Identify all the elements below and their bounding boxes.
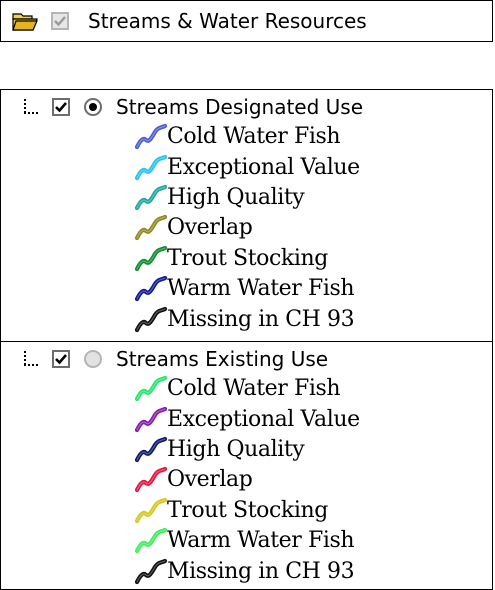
stream-line-icon — [131, 465, 171, 495]
stream-line-icon — [131, 274, 171, 304]
stream-line-icon — [131, 153, 171, 183]
stream-line-icon — [131, 526, 171, 556]
tree-connector-icon — [23, 351, 41, 367]
layer-visibility-checkbox[interactable] — [52, 350, 70, 368]
legend-label: Cold Water Fish — [167, 376, 341, 402]
legend-label: Warm Water Fish — [167, 528, 355, 554]
legend-item: Missing in CH 93 — [134, 556, 360, 586]
legend-item: Warm Water Fish — [134, 274, 360, 304]
legend-item: Warm Water Fish — [134, 526, 360, 556]
legend-list: Cold Water Fish Exceptional Value High Qua… — [134, 122, 360, 335]
layer-active-radio[interactable] — [84, 98, 102, 116]
legend-item: Trout Stocking — [134, 496, 360, 526]
legend-item: Exceptional Value — [134, 404, 360, 434]
stream-line-icon — [131, 122, 171, 152]
legend-list: Cold Water Fish Exceptional Value High Qua… — [134, 374, 360, 587]
layer-streams-designated-use: Streams Designated Use Cold Water Fish Ex… — [0, 89, 493, 342]
stream-line-icon — [131, 557, 171, 587]
legend-item: High Quality — [134, 183, 360, 213]
layer-header: Streams Existing Use — [23, 345, 328, 373]
stream-line-icon — [131, 305, 171, 335]
legend-label: High Quality — [167, 436, 305, 462]
group-visibility-checkbox[interactable] — [51, 12, 69, 30]
layer-label: Streams Existing Use — [116, 347, 329, 371]
legend-label: Overlap — [167, 467, 253, 493]
legend-label: Missing in CH 93 — [167, 306, 355, 332]
legend-item: Overlap — [134, 465, 360, 495]
legend-item: Overlap — [134, 213, 360, 243]
legend-label: Missing in CH 93 — [167, 558, 355, 584]
tree-connector-icon — [23, 99, 41, 115]
legend-item: Trout Stocking — [134, 244, 360, 274]
group-title: Streams & Water Resources — [88, 9, 367, 33]
stream-line-icon — [131, 496, 171, 526]
legend-label: Trout Stocking — [167, 497, 328, 523]
stream-line-icon — [131, 244, 171, 274]
legend-label: Warm Water Fish — [167, 276, 355, 302]
stream-line-icon — [131, 183, 171, 213]
legend-label: Overlap — [167, 215, 253, 241]
layer-active-radio[interactable] — [84, 350, 102, 368]
stream-line-icon — [131, 374, 171, 404]
stream-line-icon — [131, 213, 171, 243]
legend-item: Missing in CH 93 — [134, 304, 360, 334]
legend-item: High Quality — [134, 435, 360, 465]
stream-line-icon — [131, 405, 171, 435]
layer-visibility-checkbox[interactable] — [52, 98, 70, 116]
layer-label: Streams Designated Use — [116, 95, 364, 119]
legend-label: Cold Water Fish — [167, 124, 341, 150]
stream-line-icon — [131, 435, 171, 465]
layer-streams-existing-use: Streams Existing Use Cold Water Fish Exce… — [0, 341, 493, 590]
legend-item: Cold Water Fish — [134, 122, 360, 152]
legend-label: Exceptional Value — [167, 406, 360, 432]
legend-item: Cold Water Fish — [134, 374, 360, 404]
legend-item: Exceptional Value — [134, 152, 360, 182]
folder-open-icon[interactable] — [12, 10, 38, 32]
legend-label: High Quality — [167, 184, 305, 210]
legend-label: Exceptional Value — [167, 154, 360, 180]
group-header-streams-water-resources[interactable]: Streams & Water Resources — [0, 0, 493, 42]
layer-header: Streams Designated Use — [23, 93, 363, 121]
legend-label: Trout Stocking — [167, 245, 328, 271]
